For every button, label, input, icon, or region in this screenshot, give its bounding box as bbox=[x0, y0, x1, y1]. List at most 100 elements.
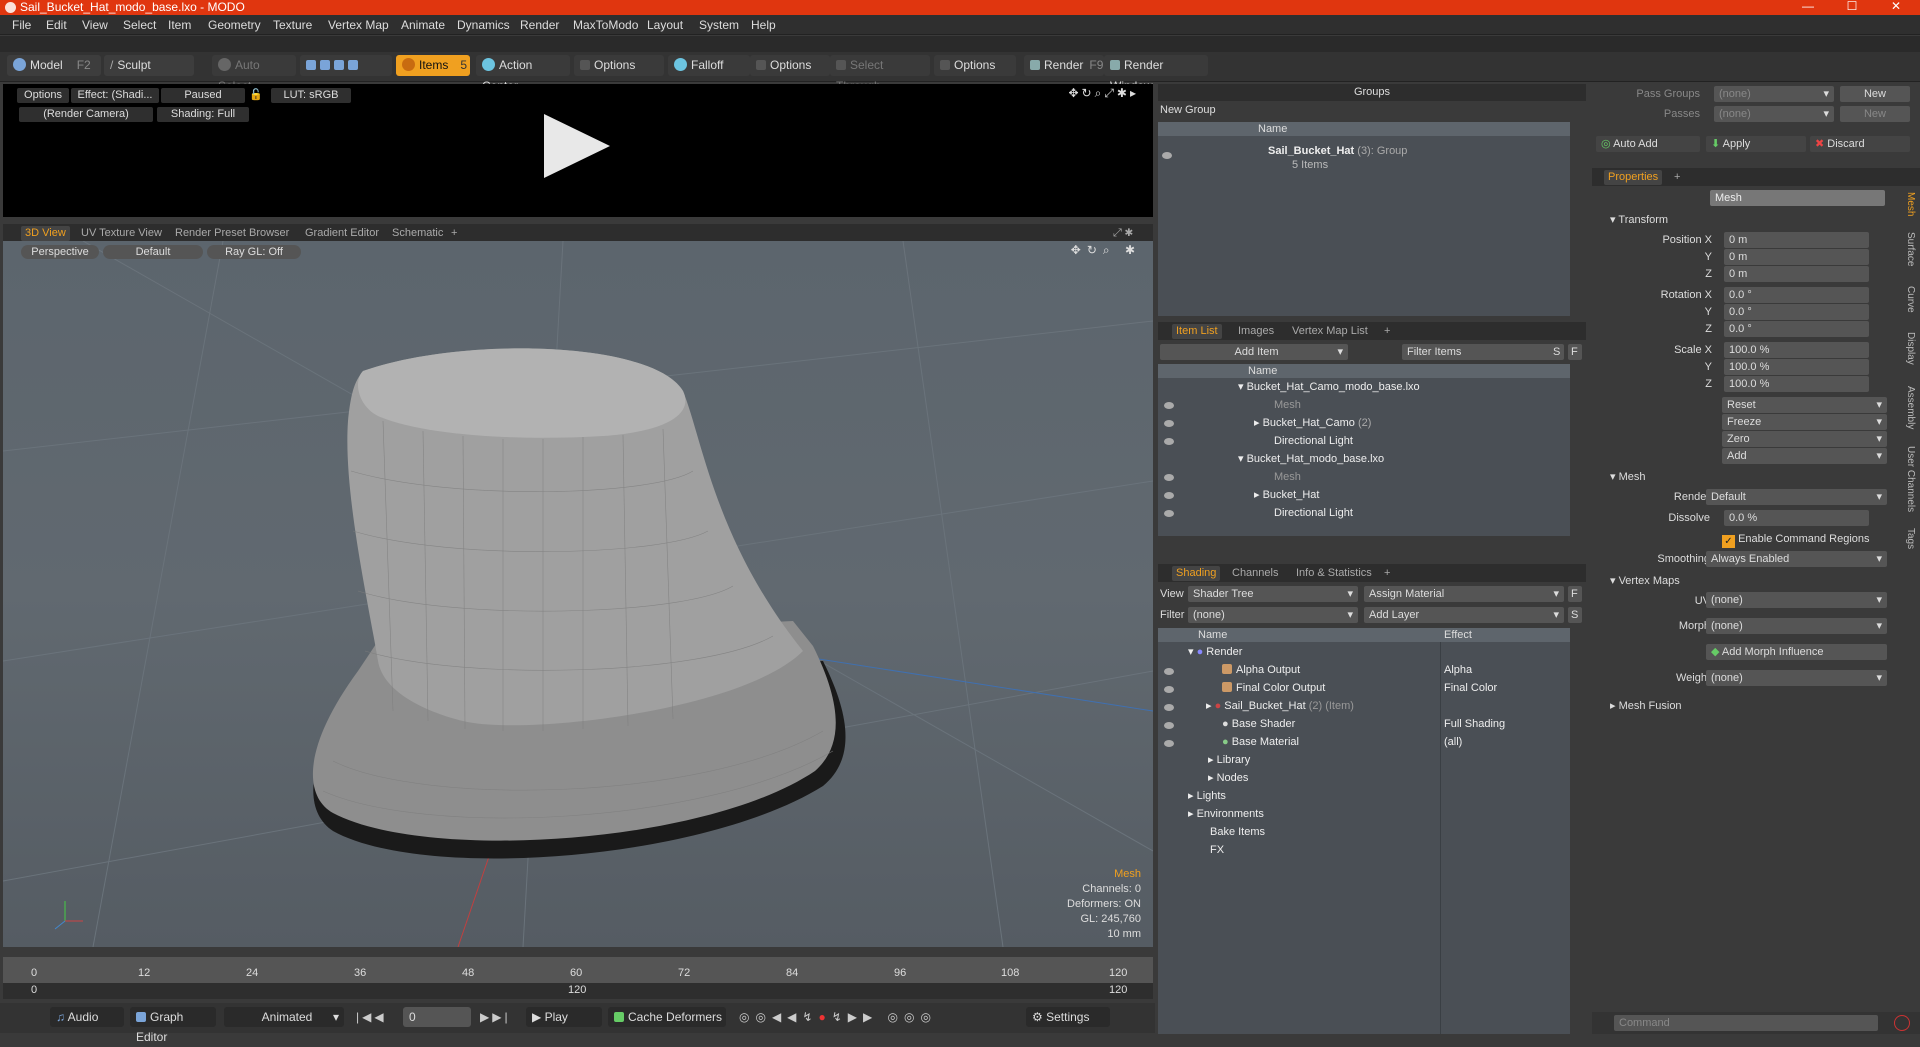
menu-file[interactable]: File bbox=[12, 15, 31, 35]
cache-deformers-button[interactable]: Cache Deformers bbox=[608, 1007, 726, 1027]
shader-row-nodes[interactable]: ▸ Nodes bbox=[1208, 769, 1248, 787]
side-tab-assembly[interactable]: Assembly bbox=[1900, 386, 1916, 429]
new-group-button[interactable]: New Group bbox=[1160, 104, 1216, 116]
tab-render-preset-browser[interactable]: Render Preset Browser bbox=[171, 226, 293, 241]
auto-add-button[interactable]: ◎ Auto Add bbox=[1596, 136, 1700, 152]
visibility-eye-icon[interactable] bbox=[1164, 704, 1174, 711]
tab-add[interactable]: + bbox=[1380, 566, 1394, 581]
options-button-3[interactable]: Options bbox=[934, 55, 1016, 76]
side-tab-user-channels[interactable]: User Channels bbox=[1900, 446, 1916, 512]
shading-dropdown[interactable]: Shading: Full bbox=[157, 107, 249, 122]
morph-dropdown[interactable]: (none) bbox=[1706, 618, 1887, 634]
render-window-button[interactable]: Render Window bbox=[1104, 55, 1208, 93]
menu-edit[interactable]: Edit bbox=[46, 15, 67, 35]
items-button[interactable]: Items 5 bbox=[396, 55, 470, 76]
next-key-buttons[interactable]: ▶▶| bbox=[474, 1007, 522, 1027]
shader-row-material-group[interactable]: ▸ ● Sail_Bucket_Hat (2) (Item) bbox=[1206, 697, 1354, 715]
preview-options-button[interactable]: Options bbox=[17, 88, 69, 103]
add-morph-influence-button[interactable]: ◆ Add Morph Influence bbox=[1706, 644, 1887, 660]
tab-schematic[interactable]: Schematic bbox=[388, 226, 447, 241]
side-tab-display[interactable]: Display bbox=[1900, 332, 1916, 365]
effect-final-color[interactable]: Final Color bbox=[1444, 679, 1497, 697]
zero-dropdown[interactable]: Zero bbox=[1722, 431, 1887, 447]
selection-mode-icons[interactable] bbox=[300, 55, 392, 76]
lut-dropdown[interactable]: LUT: sRGB bbox=[271, 88, 351, 103]
shader-row-library[interactable]: ▸ Library bbox=[1208, 751, 1250, 769]
apply-button[interactable]: ⬇ Apply bbox=[1706, 136, 1806, 152]
play-icon[interactable] bbox=[544, 114, 610, 178]
camera-dropdown[interactable]: (Render Camera) bbox=[19, 107, 153, 122]
item-row-mesh[interactable]: Mesh bbox=[1274, 396, 1301, 414]
effect-full-shading[interactable]: Full Shading bbox=[1444, 715, 1505, 733]
menu-maxtomodo[interactable]: MaxToModo bbox=[573, 15, 638, 35]
effect-dropdown[interactable]: Effect: (Shadi... bbox=[71, 88, 159, 103]
enable-command-regions-checkbox[interactable]: ✓ Enable Command Regions bbox=[1722, 530, 1870, 548]
item-row-scene[interactable]: ▾ Bucket_Hat_modo_base.lxo bbox=[1238, 450, 1384, 468]
scale-z-field[interactable]: 100.0 % bbox=[1724, 376, 1869, 392]
side-tab-mesh[interactable]: Mesh bbox=[1900, 192, 1916, 216]
settings-button[interactable]: ⚙ Settings bbox=[1026, 1007, 1110, 1027]
menu-select[interactable]: Select bbox=[123, 15, 156, 35]
section-transform[interactable]: ▾ Transform bbox=[1610, 213, 1668, 226]
filter-items-input[interactable]: Filter Items bbox=[1402, 344, 1558, 360]
visibility-eye-icon[interactable] bbox=[1164, 492, 1174, 499]
options-button-1[interactable]: Options bbox=[574, 55, 664, 76]
shading-s-button[interactable]: S bbox=[1568, 607, 1582, 623]
assign-material-dropdown[interactable]: Assign Material bbox=[1364, 586, 1564, 602]
section-mesh-fusion[interactable]: ▸ Mesh Fusion bbox=[1610, 699, 1682, 712]
close-button[interactable]: ✕ bbox=[1874, 0, 1918, 15]
new-pass-button[interactable]: New bbox=[1840, 106, 1910, 122]
add-tab-button[interactable]: + bbox=[447, 226, 461, 241]
rotation-x-field[interactable]: 0.0 ° bbox=[1724, 287, 1869, 303]
visibility-eye-icon[interactable] bbox=[1162, 152, 1172, 159]
bucket-hat-model[interactable] bbox=[312, 348, 846, 859]
menu-geometry[interactable]: Geometry bbox=[208, 15, 261, 35]
side-tab-tags[interactable]: Tags bbox=[1900, 528, 1916, 549]
frame-input[interactable]: 0 bbox=[403, 1007, 471, 1027]
menu-view[interactable]: View bbox=[82, 15, 108, 35]
select-through-button[interactable]: Select Through bbox=[830, 55, 930, 93]
tab-shading[interactable]: Shading bbox=[1172, 566, 1221, 581]
tab-channels[interactable]: Channels bbox=[1228, 566, 1282, 581]
perspective-dropdown[interactable]: Perspective bbox=[21, 245, 99, 259]
item-row-light[interactable]: Directional Light bbox=[1274, 432, 1353, 450]
position-y-field[interactable]: 0 m bbox=[1724, 249, 1869, 265]
minimize-button[interactable]: — bbox=[1786, 0, 1830, 15]
menu-system[interactable]: System bbox=[699, 15, 739, 35]
shader-tree[interactable]: Name Effect ▾ ● Render Alpha Output Alpha… bbox=[1158, 628, 1570, 1034]
tab-gradient-editor[interactable]: Gradient Editor bbox=[301, 226, 383, 241]
tab-3d-view[interactable]: 3D View bbox=[21, 226, 70, 241]
passes-dropdown[interactable]: (none) bbox=[1714, 106, 1834, 122]
uv-dropdown[interactable]: (none) bbox=[1706, 592, 1887, 608]
render-preview[interactable]: Options Effect: (Shadi... Paused 🔓 LUT: … bbox=[3, 84, 1153, 217]
visibility-eye-icon[interactable] bbox=[1164, 686, 1174, 693]
menu-layout[interactable]: Layout bbox=[647, 15, 683, 35]
visibility-eye-icon[interactable] bbox=[1164, 438, 1174, 445]
discard-button[interactable]: ✖ Discard bbox=[1810, 136, 1910, 152]
scale-y-field[interactable]: 100.0 % bbox=[1724, 359, 1869, 375]
auto-select-button[interactable]: Auto Select bbox=[212, 55, 296, 93]
item-row-group[interactable]: ▸ Bucket_Hat_Camo (2) bbox=[1254, 414, 1371, 432]
menu-texture[interactable]: Texture bbox=[273, 15, 312, 35]
range-start[interactable]: 0 bbox=[31, 984, 37, 996]
filter-f-button[interactable]: F bbox=[1568, 344, 1582, 360]
position-z-field[interactable]: 0 m bbox=[1724, 266, 1869, 282]
visibility-eye-icon[interactable] bbox=[1164, 474, 1174, 481]
effect-all[interactable]: (all) bbox=[1444, 733, 1462, 751]
tab-uv-texture-view[interactable]: UV Texture View bbox=[77, 226, 166, 241]
prev-key-buttons[interactable]: |◀◀ bbox=[350, 1007, 398, 1027]
add-item-dropdown[interactable]: Add Item bbox=[1160, 344, 1348, 360]
item-tree[interactable]: Name ▾ Bucket_Hat_Camo_modo_base.lxo Mes… bbox=[1158, 364, 1570, 536]
shader-row-lights[interactable]: ▸ Lights bbox=[1188, 787, 1226, 805]
menu-dynamics[interactable]: Dynamics bbox=[457, 15, 510, 35]
animated-dropdown[interactable]: Animated bbox=[224, 1007, 344, 1027]
filter-dropdown[interactable]: (none) bbox=[1188, 607, 1358, 623]
shader-row-environments[interactable]: ▸ Environments bbox=[1188, 805, 1264, 823]
tab-add[interactable]: + bbox=[1380, 324, 1394, 339]
tab-add[interactable]: + bbox=[1670, 170, 1684, 185]
side-tab-curve[interactable]: Curve bbox=[1900, 286, 1916, 313]
menu-render[interactable]: Render bbox=[520, 15, 559, 35]
tab-properties[interactable]: Properties bbox=[1604, 170, 1663, 185]
item-row-mesh[interactable]: Mesh bbox=[1274, 468, 1301, 486]
view-dropdown[interactable]: Shader Tree bbox=[1188, 586, 1358, 602]
